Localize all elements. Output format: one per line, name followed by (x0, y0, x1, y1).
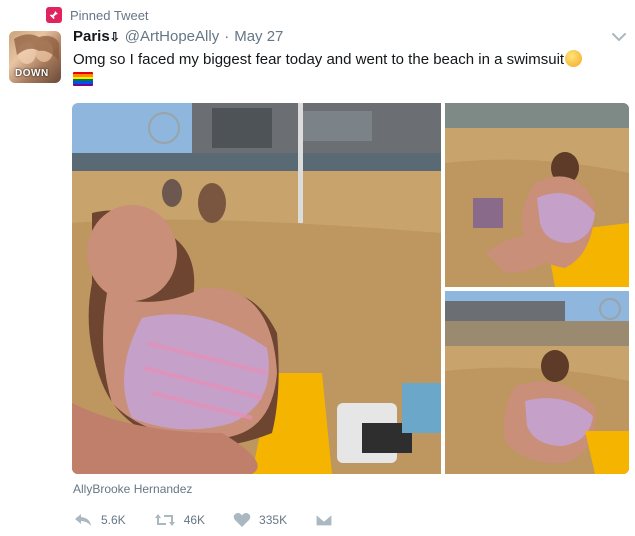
retweet-count: 46K (183, 513, 206, 527)
tweet-header: Paris⇩ @ArtHopeAlly · May 27 (73, 28, 283, 45)
photo-credit: AllyBrooke Hernandez (73, 482, 193, 496)
separator-dot: · (224, 28, 230, 45)
tweet-text: Omg so I faced my biggest fear today and… (73, 50, 583, 70)
beach-photo-main[interactable] (72, 103, 441, 474)
direct-message-icon (315, 512, 333, 528)
beach-photo-top-right[interactable] (445, 103, 629, 287)
pinned-tweet-label: Pinned Tweet (46, 6, 149, 24)
direct-message-button[interactable] (315, 512, 333, 528)
relieved-face-emoji (565, 50, 583, 67)
pinned-text: Pinned Tweet (70, 7, 149, 23)
tweet-media (72, 103, 629, 474)
tweet-date[interactable]: May 27 (234, 28, 283, 45)
author-name[interactable]: Paris⇩ (73, 28, 120, 45)
chevron-down-icon[interactable] (612, 30, 626, 42)
heart-icon (233, 512, 251, 528)
avatar[interactable]: DOWN (9, 31, 61, 83)
rainbow-flag-emoji (73, 72, 93, 86)
reply-count: 5.6K (101, 513, 126, 527)
reply-button[interactable]: 5.6K (73, 512, 126, 528)
author-handle[interactable]: @ArtHopeAlly (125, 28, 219, 45)
retweet-button[interactable]: 46K (154, 512, 205, 528)
retweet-icon (154, 512, 176, 528)
like-button[interactable]: 335K (233, 512, 287, 528)
tweet-body: Omg so I faced my biggest fear today and… (73, 51, 565, 68)
pin-icon (46, 7, 62, 23)
down-arrow-emoji: ⇩ (109, 30, 120, 44)
beach-photo-bottom-right[interactable] (445, 291, 629, 474)
tweet-actions: 5.6K 46K 335K (73, 510, 361, 530)
like-count: 335K (259, 513, 288, 527)
avatar-text: DOWN (15, 68, 49, 79)
reply-icon (73, 512, 93, 528)
